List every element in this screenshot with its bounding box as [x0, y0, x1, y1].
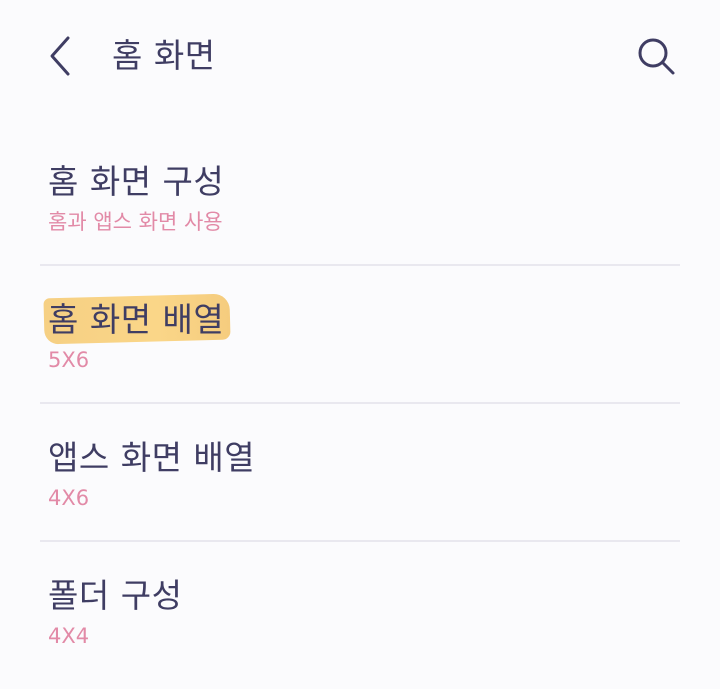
search-button[interactable] [632, 32, 680, 80]
setting-value: 홈과 앱스 화면 사용 [48, 210, 223, 234]
back-button[interactable] [36, 32, 84, 80]
setting-value: 4X4 [48, 624, 90, 648]
setting-label: 홈 화면 구성 [48, 162, 225, 201]
settings-list: 홈 화면 구성 홈과 앱스 화면 사용 홈 화면 배열 5X6 앱스 화면 배열… [0, 128, 720, 680]
setting-label: 홈 화면 배열 [48, 300, 225, 339]
chevron-left-icon [36, 32, 84, 80]
setting-label: 폴더 구성 [48, 576, 183, 615]
setting-item-apps-screen-grid[interactable]: 앱스 화면 배열 4X6 [0, 404, 720, 542]
search-icon [632, 38, 680, 84]
app-header: 홈 화면 [0, 0, 720, 112]
setting-item-home-screen-layout[interactable]: 홈 화면 구성 홈과 앱스 화면 사용 [0, 128, 720, 266]
setting-label: 앱스 화면 배열 [48, 438, 256, 477]
page-title: 홈 화면 [112, 36, 216, 75]
setting-item-home-screen-grid[interactable]: 홈 화면 배열 5X6 [0, 266, 720, 404]
setting-item-folder-grid[interactable]: 폴더 구성 4X4 [0, 542, 720, 680]
setting-value: 4X6 [48, 486, 90, 510]
setting-value: 5X6 [48, 348, 90, 372]
